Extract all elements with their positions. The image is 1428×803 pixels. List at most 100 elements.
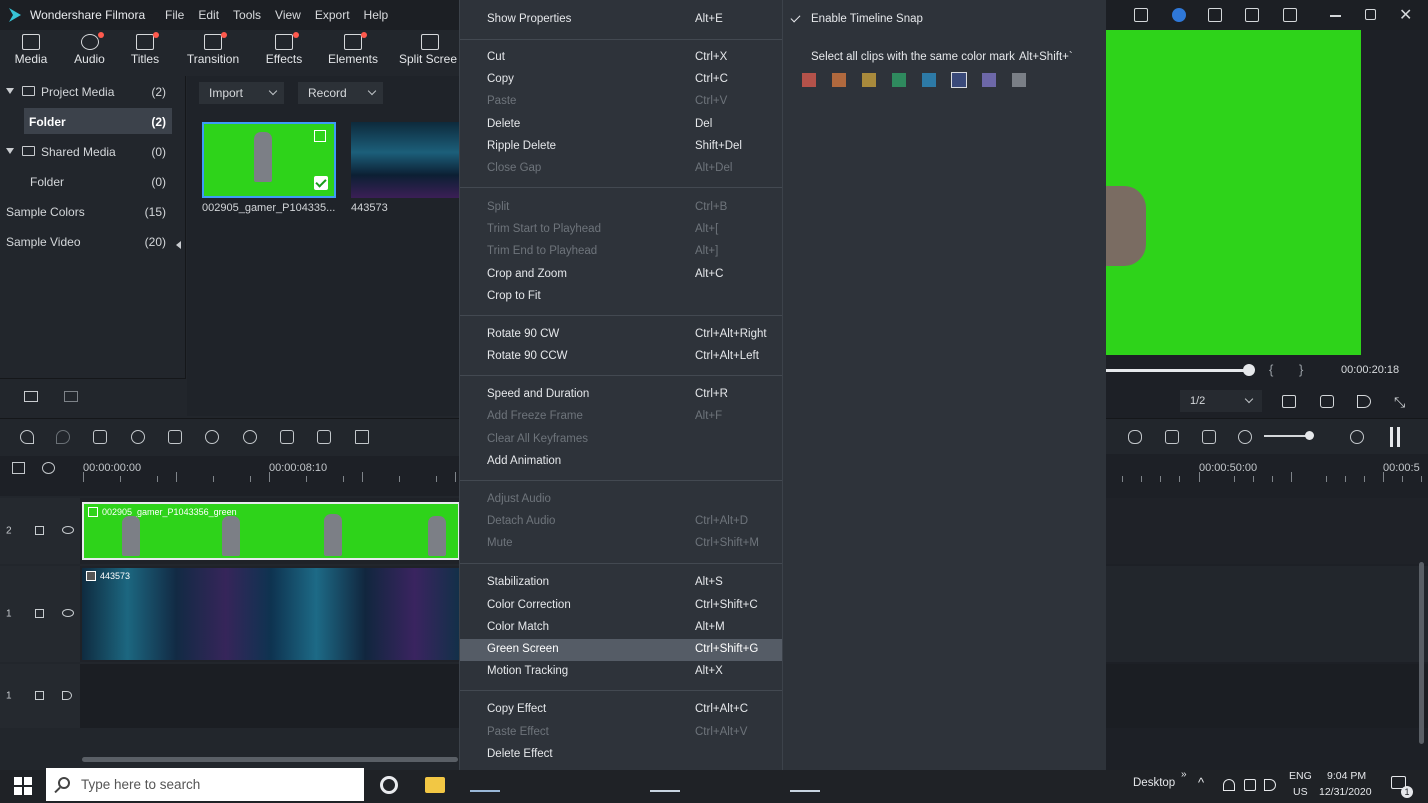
- menu-add-animation[interactable]: Add Animation: [460, 451, 783, 473]
- record-dropdown[interactable]: Record: [298, 82, 383, 104]
- preview-viewer[interactable]: [1106, 30, 1361, 355]
- render-quality-select[interactable]: 1/2: [1180, 390, 1262, 412]
- media-thumb-green[interactable]: [202, 122, 336, 198]
- clock-date[interactable]: 12/31/2020: [1319, 786, 1372, 798]
- desktop-toolbar[interactable]: Desktop: [1133, 777, 1175, 789]
- import-dropdown[interactable]: Import: [199, 82, 284, 104]
- save-icon[interactable]: [1208, 8, 1222, 22]
- menu-delete-effect[interactable]: Delete Effect: [460, 744, 783, 766]
- menu-speed-duration[interactable]: Speed and DurationCtrl+R: [460, 384, 783, 406]
- scissors-icon[interactable]: [131, 430, 145, 444]
- new-folder-icon[interactable]: [24, 391, 38, 402]
- minimize-icon[interactable]: [1330, 15, 1341, 17]
- color-mark-swatch[interactable]: [1012, 73, 1026, 87]
- tree-folder-selected[interactable]: Folder (2): [24, 108, 172, 134]
- file-explorer-icon[interactable]: [425, 777, 445, 793]
- collapse-panel-icon[interactable]: [176, 241, 181, 249]
- pause-icon[interactable]: [1390, 427, 1400, 447]
- mark-out-button[interactable]: }: [1299, 362, 1303, 377]
- volume-icon[interactable]: [1264, 779, 1276, 791]
- download-icon[interactable]: [1283, 8, 1297, 22]
- menu-crop-fit[interactable]: Crop to Fit: [460, 286, 783, 308]
- color-mark-swatch[interactable]: [832, 73, 846, 87]
- color-mark-swatch[interactable]: [982, 73, 996, 87]
- timeline-clip-city[interactable]: 443573: [82, 568, 460, 660]
- menu-delete[interactable]: DeleteDel: [460, 114, 783, 136]
- menu-tools[interactable]: Tools: [233, 8, 261, 22]
- expand-arrow-icon[interactable]: [6, 148, 14, 154]
- show-hidden-icons-icon[interactable]: ^: [1198, 775, 1204, 790]
- menu-view[interactable]: View: [275, 8, 301, 22]
- expand-arrow-icon[interactable]: [6, 88, 14, 94]
- tree-shared-folder[interactable]: Folder (0): [0, 168, 180, 194]
- menu-copy[interactable]: CopyCtrl+C: [460, 69, 783, 91]
- language-us[interactable]: US: [1293, 786, 1308, 798]
- module-elements[interactable]: Elements: [315, 30, 391, 72]
- clock-time[interactable]: 9:04 PM: [1327, 770, 1366, 782]
- settings-gear-icon[interactable]: [380, 776, 398, 794]
- display-settings-icon[interactable]: [1282, 395, 1296, 408]
- menu-help[interactable]: Help: [364, 8, 389, 22]
- menu-green-screen[interactable]: Green ScreenCtrl+Shift+G: [460, 639, 783, 661]
- windows-start-icon[interactable]: [14, 777, 32, 795]
- menu-copy-effect[interactable]: Copy EffectCtrl+Alt+C: [460, 699, 783, 721]
- lock-icon[interactable]: [35, 691, 44, 700]
- add-to-timeline-icon[interactable]: [314, 130, 326, 142]
- crop-icon[interactable]: [168, 430, 182, 444]
- lock-icon[interactable]: [35, 526, 44, 535]
- menu-cut[interactable]: CutCtrl+X: [460, 47, 783, 69]
- color-mark-swatch[interactable]: [892, 73, 906, 87]
- voiceover-list-icon[interactable]: [1165, 430, 1179, 444]
- menu-show-properties[interactable]: Show PropertiesAlt+E: [460, 9, 783, 31]
- eye-icon[interactable]: [62, 609, 74, 617]
- snapshot-camera-icon[interactable]: [1320, 395, 1334, 408]
- menu-stabilization[interactable]: StabilizationAlt+S: [460, 572, 783, 594]
- mail-icon[interactable]: [1245, 8, 1259, 22]
- color-mark-swatch[interactable]: [802, 73, 816, 87]
- speaker-icon[interactable]: [62, 691, 72, 700]
- zoom-slider-knob[interactable]: [1305, 431, 1314, 440]
- taskbar-search-box[interactable]: Type here to search: [46, 768, 364, 801]
- menu-ripple-delete[interactable]: Ripple DeleteShift+Del: [460, 136, 783, 158]
- menu-color-correction[interactable]: Color CorrectionCtrl+Shift+C: [460, 595, 783, 617]
- module-transition[interactable]: Transition: [173, 30, 253, 72]
- speed-icon[interactable]: [205, 430, 219, 444]
- toolbar-expand-icon[interactable]: »: [1181, 769, 1187, 780]
- link-icon[interactable]: [42, 462, 55, 474]
- render-preview-icon[interactable]: [1202, 430, 1216, 444]
- microphone-icon[interactable]: [1128, 430, 1142, 444]
- timeline-ruler[interactable]: 00:00:00:00 00:00:08:10: [0, 456, 460, 496]
- media-thumb-city[interactable]: [351, 122, 459, 198]
- menu-motion-tracking[interactable]: Motion TrackingAlt+X: [460, 661, 783, 683]
- module-audio[interactable]: Audio: [62, 30, 117, 72]
- tree-sample-colors[interactable]: Sample Colors (15): [0, 198, 180, 224]
- menu-export[interactable]: Export: [315, 8, 350, 22]
- delete-folder-icon[interactable]: [64, 391, 78, 402]
- playback-progress[interactable]: [1106, 369, 1250, 372]
- enable-timeline-snap[interactable]: Enable Timeline Snap: [811, 13, 923, 25]
- eye-icon[interactable]: [62, 526, 74, 534]
- fullscreen-icon[interactable]: ⤡: [1394, 394, 1405, 411]
- tree-project-media[interactable]: Project Media (2): [0, 78, 180, 104]
- module-titles[interactable]: Titles: [117, 30, 173, 72]
- timeline-vscrollbar[interactable]: [1419, 562, 1424, 744]
- tree-shared-media[interactable]: Shared Media (0): [0, 138, 180, 164]
- menu-edit[interactable]: Edit: [198, 8, 219, 22]
- select-same-color-label[interactable]: Select all clips with the same color mar…: [811, 51, 1015, 63]
- module-effects[interactable]: Effects: [253, 30, 315, 72]
- audio-mixer-icon[interactable]: [355, 430, 369, 444]
- add-track-icon[interactable]: [12, 462, 25, 474]
- gift-icon[interactable]: [1134, 8, 1148, 22]
- color-palette-icon[interactable]: [243, 430, 257, 444]
- color-mark-swatch[interactable]: [922, 73, 936, 87]
- timeline-ruler-right[interactable]: 00:00:50:00 00:00:5: [1106, 456, 1428, 496]
- tree-sample-video[interactable]: Sample Video (20): [0, 228, 180, 254]
- redo-icon[interactable]: [56, 430, 70, 444]
- language-eng[interactable]: ENG: [1289, 770, 1312, 782]
- volume-icon[interactable]: [1357, 395, 1371, 408]
- trash-icon[interactable]: [93, 430, 107, 444]
- menu-color-match[interactable]: Color MatchAlt+M: [460, 617, 783, 639]
- module-split-screen[interactable]: Split Scree: [391, 30, 460, 72]
- restore-icon[interactable]: [1365, 9, 1376, 20]
- menu-rotate-cw[interactable]: Rotate 90 CWCtrl+Alt+Right: [460, 324, 783, 346]
